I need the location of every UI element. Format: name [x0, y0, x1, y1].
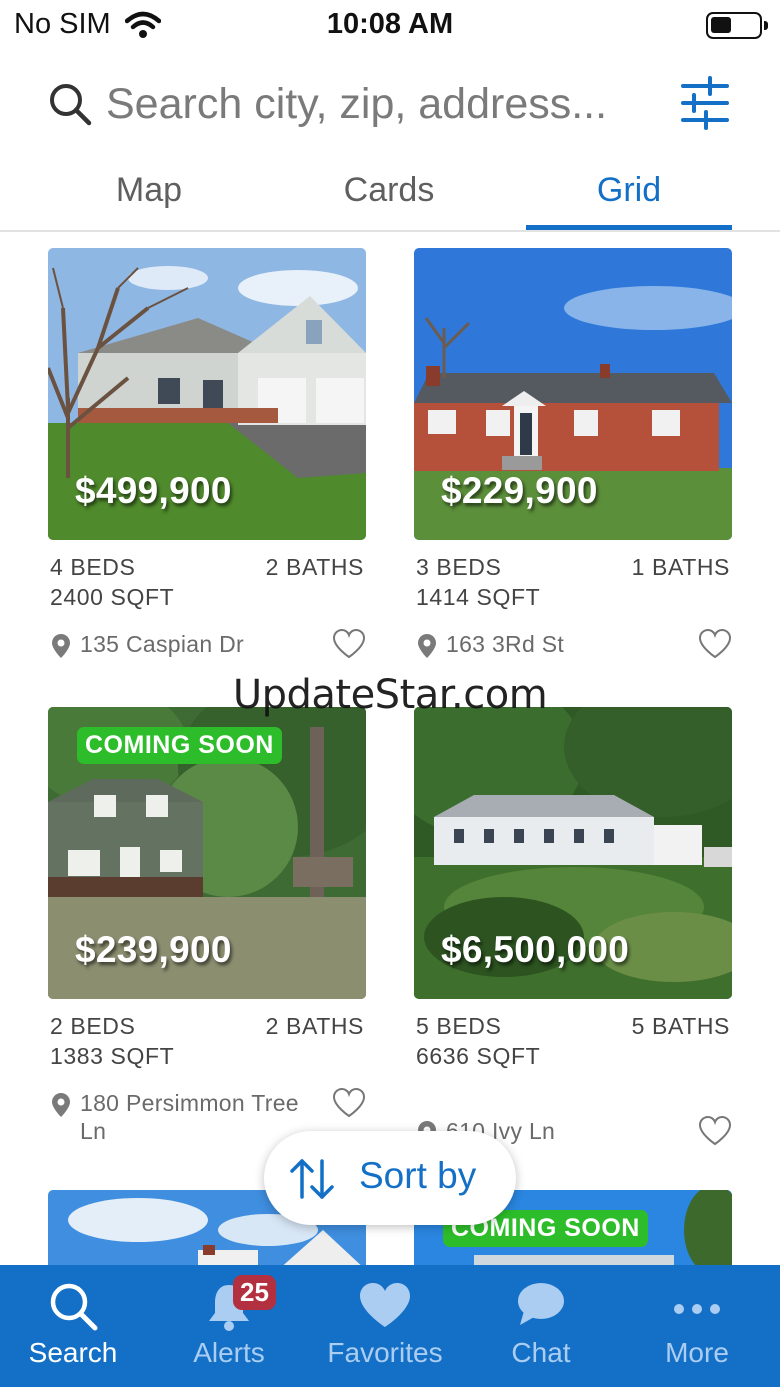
listing-beds: 5 BEDS	[416, 1013, 502, 1039]
bottom-nav: Search 25 Alerts Favorites Chat More	[0, 1265, 780, 1387]
favorite-heart-icon[interactable]	[698, 1115, 732, 1147]
nav-search[interactable]: Search	[0, 1265, 151, 1387]
listing-price: $239,900	[75, 929, 232, 970]
listing-price: $6,500,000	[441, 929, 630, 970]
listing-card[interactable]: $229,900 3 BEDS 1 BATHS 1414 SQFT 163 3R…	[414, 248, 732, 688]
listing-photo[interactable]: COMING SOON $239,900	[48, 707, 366, 999]
tab-map[interactable]: Map	[46, 160, 252, 230]
listing-specs: 3 BEDS 1 BATHS 1414 SQFT	[414, 554, 732, 616]
listing-price: $499,900	[75, 470, 232, 511]
location-pin-icon	[52, 634, 70, 658]
location-pin-icon	[52, 1093, 70, 1117]
listing-photo[interactable]: $499,900	[48, 248, 366, 540]
tab-grid[interactable]: Grid	[526, 160, 732, 230]
listing-beds: 2 BEDS	[50, 1013, 136, 1039]
listing-sqft: 1414 SQFT	[416, 584, 541, 610]
listing-beds: 3 BEDS	[416, 554, 502, 580]
listing-beds: 4 BEDS	[50, 554, 136, 580]
chat-bubble-icon	[518, 1283, 564, 1325]
listing-baths: 5 BATHS	[631, 1013, 730, 1039]
listing-specs: 5 BEDS 5 BATHS 6636 SQFT	[414, 1013, 732, 1075]
nav-more[interactable]: More	[619, 1265, 775, 1387]
status-bar: No SIM 10:08 AM	[0, 0, 780, 52]
listing-sqft: 6636 SQFT	[416, 1043, 541, 1069]
listing-sqft: 2400 SQFT	[50, 584, 175, 610]
nav-more-label: More	[665, 1337, 729, 1368]
nav-search-label: Search	[28, 1337, 118, 1368]
listing-card[interactable]: COMING SOON $239,900 2 BEDS 2 BATHS 1383…	[48, 707, 366, 1147]
listing-price: $229,900	[441, 470, 598, 511]
listing-specs: 2 BEDS 2 BATHS 1383 SQFT	[48, 1013, 366, 1075]
nav-chat[interactable]: Chat	[463, 1265, 619, 1387]
more-dots-icon	[674, 1304, 720, 1314]
search-input[interactable]	[106, 74, 666, 134]
coming-soon-badge: COMING SOON	[77, 727, 282, 764]
listing-card[interactable]: $499,900 4 BEDS 2 BATHS 2400 SQFT 135 Ca…	[48, 248, 366, 688]
search-bar	[0, 64, 780, 144]
listing-photo[interactable]: $6,500,000	[414, 707, 732, 999]
watermark-text: UpdateStar.com	[232, 672, 548, 718]
search-icon	[50, 84, 92, 126]
tab-cards[interactable]: Cards	[286, 160, 492, 230]
alerts-count-badge: 25	[233, 1275, 276, 1310]
listing-baths: 1 BATHS	[631, 554, 730, 580]
listing-card[interactable]: $6,500,000 5 BEDS 5 BATHS 6636 SQFT 610 …	[414, 707, 732, 1175]
favorite-heart-icon[interactable]	[332, 628, 366, 660]
heart-icon	[360, 1283, 410, 1327]
location-pin-icon	[418, 634, 436, 658]
listing-specs: 4 BEDS 2 BATHS 2400 SQFT	[48, 554, 366, 616]
listing-sqft: 1383 SQFT	[50, 1043, 175, 1069]
nav-chat-label: Chat	[511, 1337, 571, 1368]
filter-sliders-icon[interactable]	[680, 76, 730, 130]
listing-address: 163 3Rd St	[446, 631, 565, 657]
favorite-heart-icon[interactable]	[698, 628, 732, 660]
battery-icon	[706, 12, 768, 39]
sort-by-button[interactable]: Sort by	[264, 1131, 516, 1225]
listing-baths: 2 BATHS	[265, 1013, 364, 1039]
favorite-heart-icon[interactable]	[332, 1087, 366, 1119]
listing-baths: 2 BATHS	[265, 554, 364, 580]
status-time: 10:08 AM	[326, 8, 454, 40]
search-icon	[50, 1283, 98, 1331]
nav-favorites[interactable]: Favorites	[307, 1265, 463, 1387]
sort-by-label: Sort by	[359, 1155, 477, 1196]
view-tabs: Map Cards Grid	[0, 160, 780, 232]
sort-arrows-icon	[290, 1159, 334, 1199]
nav-favorites-label: Favorites	[327, 1337, 443, 1368]
nav-alerts[interactable]: 25 Alerts	[151, 1265, 307, 1387]
nav-alerts-label: Alerts	[193, 1337, 265, 1368]
listing-address: 135 Caspian Dr	[80, 631, 245, 657]
listing-photo[interactable]: $229,900	[414, 248, 732, 540]
